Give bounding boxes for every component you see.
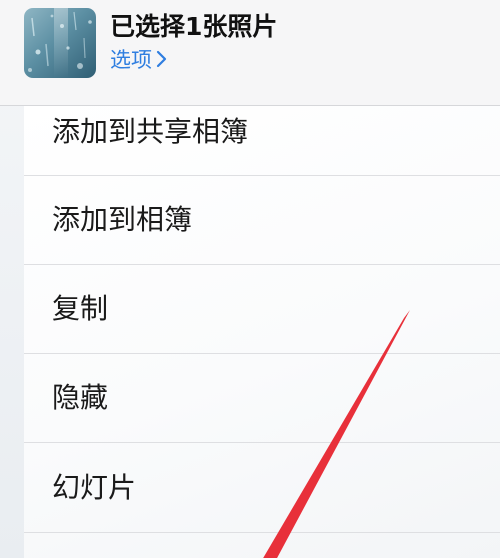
menu-item-duplicate[interactable]: 复制 <box>24 265 500 354</box>
action-menu: 添加到共享相簿 添加到相簿 复制 隐藏 幻灯片 <box>24 106 500 558</box>
menu-item-label: 幻灯片 <box>52 471 137 504</box>
selection-title: 已选择1张照片 <box>110 12 278 41</box>
photo-thumbnail <box>24 8 96 78</box>
menu-item-add-to-shared-album[interactable]: 添加到共享相簿 <box>24 88 500 176</box>
menu-item-label: 添加到共享相簿 <box>52 114 249 148</box>
options-button[interactable]: 选项 <box>110 47 167 74</box>
chevron-right-icon <box>156 48 167 74</box>
menu-item-hide[interactable]: 隐藏 <box>24 354 500 443</box>
menu-item-label: 添加到相簿 <box>52 203 193 236</box>
menu-item-add-to-album[interactable]: 添加到相簿 <box>24 176 500 265</box>
options-label: 选项 <box>110 48 152 72</box>
menu-item-label: 隐藏 <box>52 381 109 414</box>
menu-item-label: 复制 <box>52 292 109 325</box>
menu-item-slideshow[interactable]: 幻灯片 <box>24 444 500 533</box>
